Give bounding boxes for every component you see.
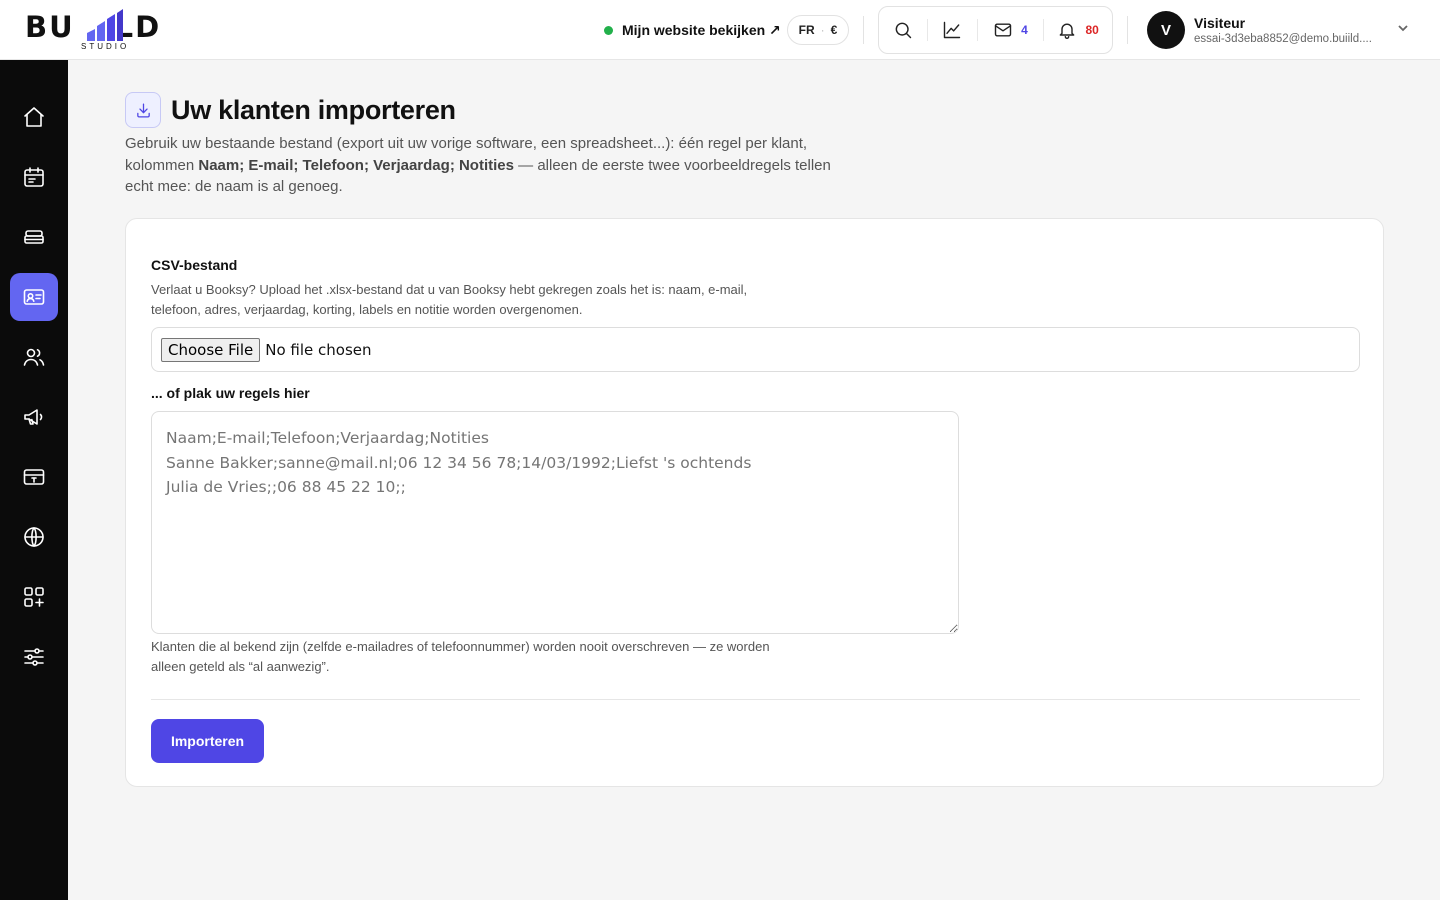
- sidebar-item-clients[interactable]: [10, 273, 58, 321]
- chevron-down-icon: [1398, 25, 1408, 32]
- currency-symbol: €: [830, 23, 838, 37]
- sidebar-item-services[interactable]: [10, 213, 58, 261]
- csv-file-label: CSV-bestand: [151, 257, 238, 273]
- sidebar-item-home[interactable]: [10, 93, 58, 141]
- column-format: Naam; E-mail; Telefoon; Verjaardag; Noti…: [198, 156, 514, 174]
- sidebar-item-settings[interactable]: [10, 633, 58, 681]
- user-name: Visiteur: [1194, 14, 1246, 31]
- home-icon: [24, 107, 44, 127]
- sidebar-item-marketing[interactable]: [10, 393, 58, 441]
- logo-left: BU: [25, 10, 75, 44]
- search-button[interactable]: [879, 7, 927, 53]
- sidebar-item-calendar[interactable]: [10, 153, 58, 201]
- file-input[interactable]: Choose File No file chosen: [151, 327, 1360, 372]
- top-bar: BU LD STUDIO Mijn website bekijken ↗ FR ·…: [0, 0, 1440, 60]
- download-icon: [136, 102, 150, 118]
- file-status: No file chosen: [265, 340, 372, 359]
- globe-icon: [24, 527, 44, 547]
- apps-icon: [24, 587, 44, 607]
- payment-icon: [23, 469, 45, 485]
- sidebar-item-apps[interactable]: [10, 573, 58, 621]
- page-intro: Gebruik uw bestaande bestand (export uit…: [125, 135, 831, 195]
- logo-bars-icon: [87, 9, 123, 41]
- sidebar-item-team[interactable]: [10, 333, 58, 381]
- csv-file-help: Verlaat u Booksy? Upload het .xlsx-besta…: [151, 282, 748, 317]
- calendar-icon: [24, 167, 44, 187]
- online-status-dot: [604, 25, 613, 35]
- user-email: essai-3d3eba8852@demo.buiild....: [1194, 32, 1372, 45]
- avatar: V: [1147, 11, 1185, 49]
- paste-lines-textarea[interactable]: [151, 411, 959, 634]
- import-form-card: CSV-bestand Verlaat u Booksy? Upload het…: [125, 218, 1384, 787]
- header-divider: [1127, 16, 1128, 44]
- messages-button[interactable]: 4: [978, 7, 1044, 53]
- page-title: Uw klanten importeren: [171, 94, 456, 125]
- view-website-label: Mijn website bekijken ↗: [622, 21, 781, 38]
- chart-line-icon: [943, 21, 961, 39]
- sidebar: [0, 60, 68, 900]
- sidebar-item-payments[interactable]: [10, 453, 58, 501]
- language-code: FR: [798, 23, 815, 37]
- language-currency-selector[interactable]: FR · €: [787, 15, 849, 45]
- team-icon: [23, 348, 45, 366]
- header-tools: 4 80: [878, 6, 1113, 54]
- header-divider: [863, 16, 864, 44]
- messages-count: 4: [1021, 23, 1028, 37]
- notifications-count: 80: [1085, 23, 1099, 37]
- services-icon: [24, 230, 44, 244]
- settings-sliders-icon: [24, 648, 44, 666]
- user-menu[interactable]: V Visiteur essai-3d3eba8852@demo.buiild.…: [1147, 11, 1409, 49]
- duplicates-help: Klanten die al bekend zijn (zelfde e-mai…: [151, 639, 770, 674]
- clients-card-icon: [23, 289, 45, 305]
- import-header-icon-box: [125, 92, 161, 128]
- notifications-button[interactable]: 80: [1044, 7, 1112, 53]
- choose-file-button[interactable]: Choose File: [161, 337, 261, 362]
- megaphone-icon: [24, 409, 43, 425]
- page-header: Uw klanten importeren: [125, 92, 456, 128]
- bell-icon: [1060, 23, 1075, 39]
- logo[interactable]: BU LD STUDIO: [25, 9, 185, 51]
- divider: [151, 699, 1360, 700]
- sidebar-item-website[interactable]: [10, 513, 58, 561]
- separator-dot: ·: [820, 23, 825, 37]
- logo-subtitle: STUDIO: [81, 42, 130, 51]
- paste-lines-label: ... of plak uw regels hier: [151, 385, 310, 401]
- view-website-link[interactable]: Mijn website bekijken ↗: [604, 19, 781, 41]
- search-icon: [895, 22, 912, 39]
- import-button[interactable]: Importeren: [151, 719, 264, 763]
- mail-icon: [994, 23, 1012, 37]
- stats-button[interactable]: [928, 7, 977, 53]
